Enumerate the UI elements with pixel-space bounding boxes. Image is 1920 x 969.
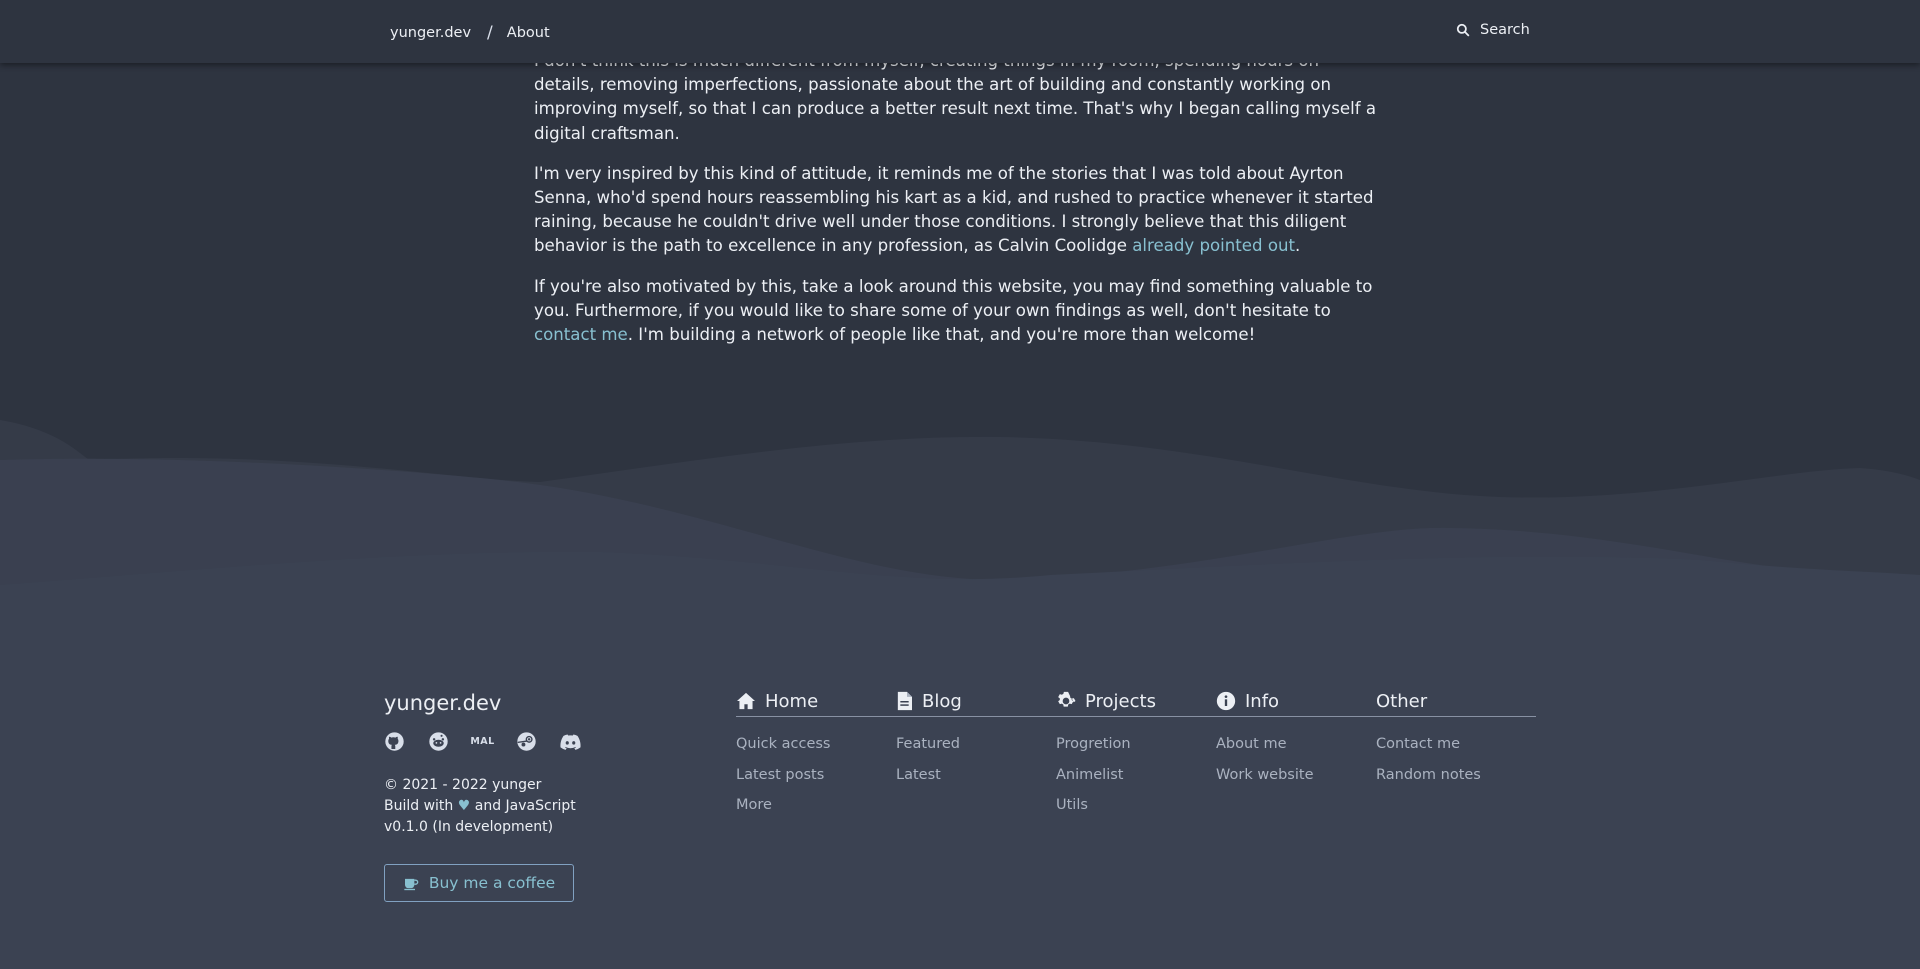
coffee-button-label: Buy me a coffee [428,874,556,892]
footer-link[interactable]: Latest posts [736,767,830,798]
footer-link[interactable]: Work website [1216,767,1314,798]
top-navbar: yunger.dev / About Search [0,0,1920,63]
build-text: Build with ♥ and JavaScript [384,798,576,814]
footer-column-home: Home Quick access Latest posts More [736,689,886,814]
document-icon [897,691,912,711]
footer-brand: yunger.dev [384,691,502,715]
footer-link[interactable]: Quick access [736,736,830,767]
footer-link[interactable]: Animelist [1056,767,1131,798]
reddit-icon[interactable] [428,731,449,752]
about-article: I don't think this is much different fro… [534,49,1384,363]
footer-column-info: Info About me Work website [1216,689,1366,783]
buy-me-a-coffee-button[interactable]: Buy me a coffee [384,864,574,902]
footer-link[interactable]: Latest [896,767,960,798]
column-heading: Home [736,689,886,713]
social-links: MAL [384,731,581,752]
footer-column-projects: Projects Progretion Animelist Utils [1056,689,1206,814]
search-button[interactable]: Search [1456,22,1530,38]
mal-icon[interactable]: MAL [470,731,494,752]
copyright-text: © 2021 - 2022 yunger [384,777,542,793]
info-icon [1216,691,1236,711]
footer-link[interactable]: Utils [1056,797,1131,828]
footer-link[interactable]: Contact me [1376,736,1481,767]
article-paragraph: I'm very inspired by this kind of attitu… [534,163,1374,256]
footer-column-divider [736,716,1536,717]
footer-link[interactable]: Random notes [1376,767,1481,798]
footer-column-other: Other Contact me Random notes [1376,689,1526,783]
steam-icon[interactable] [516,731,537,752]
footer-link[interactable]: About me [1216,736,1314,767]
github-icon[interactable] [384,731,405,752]
column-heading: Other [1376,690,1428,712]
already-pointed-out-link[interactable]: already pointed out [1132,236,1295,255]
home-icon [737,692,755,710]
gear-icon [1058,691,1076,707]
column-heading: Projects [1056,689,1206,713]
footer-waves [0,420,1920,969]
search-icon [1456,23,1470,37]
discord-icon[interactable] [560,731,581,752]
version-text: v0.1.0 (In development) [384,819,554,835]
article-paragraph: I don't think this is much different fro… [534,51,1376,143]
footer-column-blog: Blog Featured Latest [896,689,1046,783]
search-label: Search [1480,22,1530,38]
heart-icon: ♥ [457,798,471,814]
breadcrumb-home-link[interactable]: yunger.dev [390,25,471,41]
column-heading: Info [1216,689,1366,713]
breadcrumb: yunger.dev / About [390,23,550,43]
article-paragraph: If you're also motivated by this, take a… [534,276,1373,345]
footer-link[interactable]: More [736,797,830,828]
footer-link[interactable]: Progretion [1056,736,1131,767]
breadcrumb-separator: / [487,23,493,43]
contact-me-link[interactable]: contact me [534,325,628,344]
footer-meta: © 2021 - 2022 yunger Build with ♥ and Ja… [384,775,576,838]
footer-link[interactable]: Featured [896,736,960,767]
breadcrumb-current: About [506,25,550,41]
coffee-icon [404,878,419,890]
column-heading: Blog [896,689,1046,713]
